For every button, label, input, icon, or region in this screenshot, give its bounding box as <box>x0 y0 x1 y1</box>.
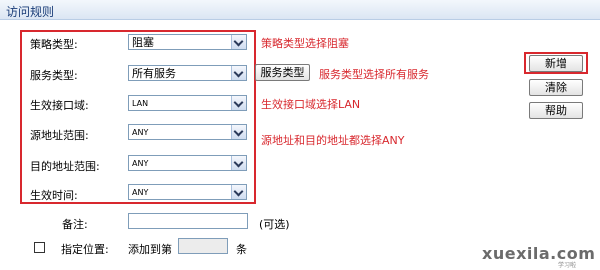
interface-select[interactable]: LAN <box>128 95 247 111</box>
dst-range-value: ANY <box>132 159 149 168</box>
watermark-logo: xuexila.com <box>482 244 596 263</box>
dst-range-label: 目的地址范围: <box>30 160 100 173</box>
interface-label: 生效接口域: <box>30 99 89 112</box>
chevron-down-icon[interactable] <box>231 156 246 170</box>
help-button[interactable]: 帮助 <box>529 102 583 119</box>
time-value: ANY <box>132 188 149 197</box>
service-type-value: 所有服务 <box>132 67 176 80</box>
service-type-button[interactable]: 服务类型 <box>255 64 310 81</box>
src-range-select[interactable]: ANY <box>128 124 247 140</box>
add-button[interactable]: 新增 <box>529 55 583 72</box>
chevron-down-icon[interactable] <box>231 35 246 49</box>
service-type-select[interactable]: 所有服务 <box>128 65 247 81</box>
policy-type-annotation: 策略类型选择阻塞 <box>261 37 349 50</box>
interface-value: LAN <box>132 99 149 108</box>
interface-annotation: 生效接口域选择LAN <box>261 98 361 111</box>
watermark-sub: 学习啦 <box>558 262 577 269</box>
src-range-label: 源地址范围: <box>30 129 89 142</box>
position-prefix: 添加到第 <box>128 243 172 256</box>
time-label: 生效时间: <box>30 189 78 202</box>
service-type-label: 服务类型: <box>30 69 78 82</box>
remark-label: 备注: <box>62 218 88 231</box>
remark-hint: (可选) <box>259 218 290 231</box>
section-header: 访问规则 <box>0 0 600 20</box>
chevron-down-icon[interactable] <box>231 185 246 199</box>
policy-type-label: 策略类型: <box>30 38 78 51</box>
policy-type-select[interactable]: 阻塞 <box>128 34 247 50</box>
dst-range-select[interactable]: ANY <box>128 155 247 171</box>
chevron-down-icon[interactable] <box>231 96 246 110</box>
policy-type-value: 阻塞 <box>132 36 154 49</box>
src-range-value: ANY <box>132 128 149 137</box>
chevron-down-icon[interactable] <box>231 125 246 139</box>
position-input[interactable] <box>178 238 228 254</box>
highlight-frame <box>20 30 256 204</box>
section-title: 访问规则 <box>6 5 55 19</box>
position-checkbox[interactable] <box>34 242 45 253</box>
remark-input[interactable] <box>128 213 248 229</box>
position-checkbox-label: 指定位置: <box>61 243 109 256</box>
service-type-annotation: 服务类型选择所有服务 <box>319 68 429 81</box>
position-suffix: 条 <box>236 243 247 256</box>
chevron-down-icon[interactable] <box>231 66 246 80</box>
time-select[interactable]: ANY <box>128 184 247 200</box>
address-annotation: 源地址和目的地址都选择ANY <box>261 134 405 147</box>
clear-button[interactable]: 清除 <box>529 79 583 96</box>
